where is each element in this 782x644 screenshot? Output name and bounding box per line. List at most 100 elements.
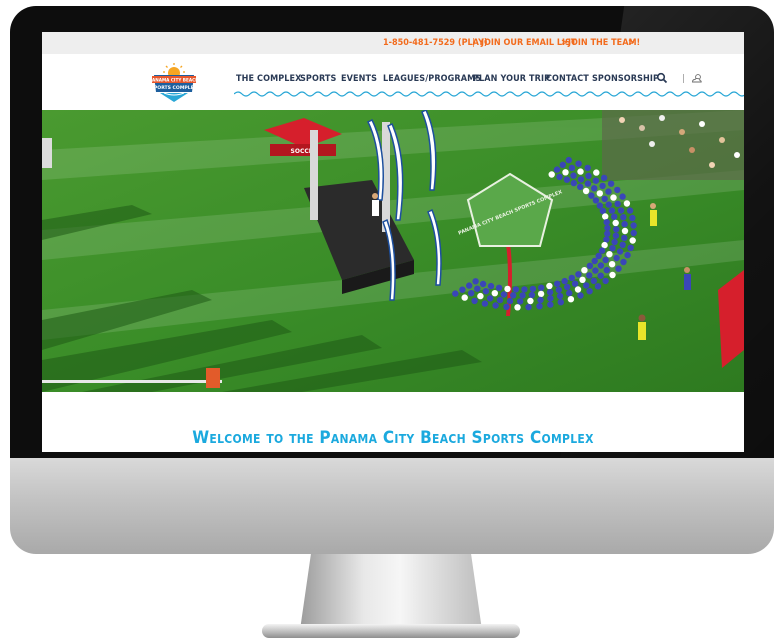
- player-figure: [598, 247, 606, 254]
- nav-wave-divider: [234, 91, 744, 97]
- player-figure: [459, 286, 466, 293]
- player-figure: [537, 290, 545, 298]
- nav-item-contact[interactable]: CONTACT: [546, 74, 589, 84]
- nav-item-the-complex[interactable]: THE COMPLEX: [236, 74, 302, 84]
- player-figure: [602, 213, 609, 220]
- player-figure: [548, 171, 555, 178]
- player-figure: [602, 256, 609, 264]
- player-figure: [624, 251, 631, 259]
- player-figure: [477, 292, 484, 300]
- player-figure: [527, 297, 534, 305]
- welcome-heading: Welcome to the Panama City Beach Sports …: [192, 428, 594, 448]
- player-figure: [581, 267, 588, 274]
- main-navbar: PANAMA CITY BEACH SPORTS COMPLEX THE COM…: [42, 54, 744, 110]
- player-figure: [614, 186, 621, 194]
- player-figure: [607, 180, 615, 187]
- player-figure: [600, 174, 608, 182]
- player-figure: [570, 172, 577, 179]
- team-arrow-icon[interactable]: >: [628, 38, 635, 48]
- player-figure: [606, 251, 613, 258]
- search-icon[interactable]: [656, 72, 668, 84]
- player-figure: [608, 261, 616, 268]
- nav-item-sponsorship[interactable]: SPONSORSHIP: [592, 74, 659, 84]
- player-figure: [562, 169, 569, 176]
- player-figure: [608, 207, 616, 214]
- player-figure: [586, 288, 593, 295]
- player-figure: [567, 296, 575, 303]
- player-figure: [620, 214, 627, 221]
- player-figure: [586, 272, 593, 279]
- player-figure: [537, 296, 544, 304]
- nav-item-sports[interactable]: SPORTS: [300, 74, 336, 84]
- weather-icon[interactable]: [690, 72, 704, 84]
- nav-divider: |: [682, 74, 685, 84]
- player-figure: [613, 254, 620, 262]
- player-figure: [603, 219, 610, 226]
- player-figure: [605, 188, 612, 195]
- player-figure: [452, 290, 459, 297]
- site-logo[interactable]: PANAMA CITY BEACH SPORTS COMPLEX: [148, 62, 200, 106]
- player-figure: [620, 258, 627, 266]
- player-figure: [559, 161, 566, 168]
- topbar-separator: |: [472, 38, 475, 48]
- player-figure: [479, 280, 487, 288]
- player-figure: [471, 297, 478, 305]
- player-figure: [575, 271, 582, 278]
- player-figure: [629, 214, 636, 222]
- player-figure: [568, 164, 576, 172]
- player-figure: [623, 200, 631, 207]
- logo-line2: SPORTS COMPLEX: [151, 85, 198, 91]
- player-figure: [605, 201, 612, 208]
- email-arrow-icon[interactable]: >: [561, 38, 568, 48]
- player-figure: [555, 286, 562, 294]
- player-figure: [592, 267, 599, 274]
- player-figure: [597, 262, 605, 269]
- player-figure: [561, 277, 568, 285]
- nav-item-events[interactable]: EVENTS: [341, 74, 377, 84]
- player-figure: [536, 303, 543, 310]
- player-figure: [575, 160, 582, 167]
- player-figure: [591, 185, 598, 192]
- player-figure: [512, 286, 520, 293]
- player-figure: [612, 219, 619, 227]
- player-figure: [627, 244, 634, 251]
- player-figure: [466, 282, 473, 289]
- player-figure: [503, 303, 510, 310]
- player-figure: [496, 296, 504, 304]
- player-figure: [583, 282, 590, 289]
- player-figure: [626, 207, 634, 214]
- player-figure: [610, 194, 617, 201]
- player-figure: [491, 290, 498, 297]
- player-figure: [603, 236, 610, 243]
- player-figure: [593, 169, 600, 176]
- player-figure: [579, 276, 586, 283]
- player-figure: [563, 176, 571, 183]
- top-utility-bar: 1-850-481-7529 (PLAY) | JOIN OUR EMAIL L…: [42, 32, 744, 54]
- player-figure: [481, 300, 489, 307]
- monitor-stand-neck: [300, 554, 482, 630]
- player-figure: [556, 173, 563, 181]
- player-figure: [538, 284, 545, 291]
- player-figure: [525, 303, 532, 311]
- player-figure: [577, 176, 585, 183]
- player-figure: [609, 245, 616, 252]
- player-figure: [487, 282, 495, 290]
- player-figure: [566, 289, 573, 297]
- player-figure: [612, 232, 620, 239]
- player-figure: [582, 187, 590, 195]
- player-figure: [554, 280, 561, 287]
- player-figure: [500, 291, 508, 298]
- player-figure: [611, 238, 618, 246]
- player-figure: [577, 168, 584, 175]
- nav-item-leagues-programs[interactable]: LEAGUES/PROGRAMS: [383, 74, 481, 84]
- player-figure: [603, 266, 610, 274]
- player-figure: [597, 272, 604, 279]
- nav-item-plan-your-trip[interactable]: PLAN YOUR TRIP: [473, 74, 550, 84]
- player-figure: [574, 286, 582, 293]
- player-figure: [595, 252, 602, 260]
- player-figure: [547, 295, 554, 302]
- player-figure: [547, 301, 554, 308]
- player-figure: [510, 292, 517, 299]
- player-figure: [492, 302, 499, 309]
- player-figure: [617, 207, 625, 214]
